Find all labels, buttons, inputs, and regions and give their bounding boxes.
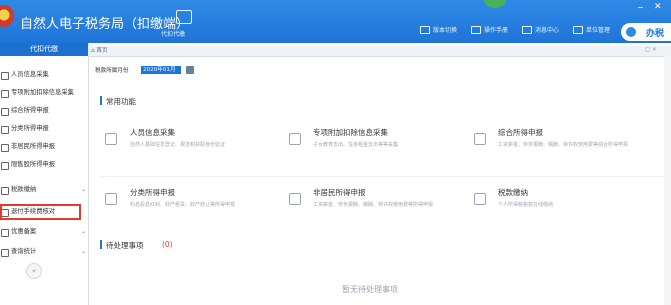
common-functions-title: 常用功能 <box>106 97 136 106</box>
sidebar-item-person-info[interactable]: 人员信息采集 <box>0 67 88 83</box>
pending-title: 待处理事项 <box>106 241 144 250</box>
unit-manage-link[interactable]: 单位管理 <box>573 25 610 34</box>
classified-card-icon[interactable] <box>105 193 117 205</box>
sidebar-item-label: 查询统计 <box>11 248 37 255</box>
sidebar-item-label: 优惠备案 <box>11 228 37 235</box>
card-desc-classified-report: 利息股息红利、财产租赁、财产转让等所得申报 <box>130 202 236 208</box>
person-card-icon[interactable] <box>105 133 117 145</box>
manual-link[interactable]: 操作手册 <box>471 25 508 34</box>
stock-icon <box>1 162 9 170</box>
sidebar-item-discount-filing[interactable]: 优惠备案 ⌄ <box>0 224 88 240</box>
sidebar-title: 代扣代缴 <box>0 43 88 56</box>
card-desc-tax-payment: 个人所得税税款在线缴纳 <box>498 202 554 208</box>
sidebar-item-label: 非居民所得申报 <box>11 143 56 150</box>
chat-icon[interactable] <box>626 27 636 37</box>
sidebar-item-restricted-stock[interactable]: 限售股所得申报 <box>0 157 88 173</box>
card-desc-person-info: 自然人基础信息登记、报送和获取身份验证 <box>130 142 226 148</box>
payment-icon <box>1 187 9 195</box>
card-title-comprehensive-report[interactable]: 综合所得申报 <box>498 127 543 138</box>
sidebar-item-nonresident-report[interactable]: 非居民所得申报 <box>0 139 88 155</box>
card-desc-comprehensive-report: 工资薪金、劳务报酬、稿酬、特许权使用费等综合所得申报 <box>498 142 629 148</box>
card-title-special-deduction[interactable]: 专项附加扣除信息采集 <box>313 127 388 138</box>
sidebar-item-label: 限售股所得申报 <box>11 161 56 168</box>
sidebar-item-label: 税款缴纳 <box>11 186 37 193</box>
sidebar-item-classified-report[interactable]: 分类所得申报 <box>0 121 88 137</box>
manual-icon <box>471 25 481 34</box>
manual-label: 操作手册 <box>484 27 509 34</box>
card-desc-nonresident-report: 工资薪金、劳务报酬、稿酬、特许权使用费等所得申报 <box>313 202 434 208</box>
card-title-nonresident-report[interactable]: 非居民所得申报 <box>313 187 366 198</box>
comprehensive-card-icon[interactable] <box>474 133 486 145</box>
sidebar-item-tax-payment[interactable]: 税款缴纳 ⌄ <box>0 182 88 198</box>
period-input[interactable]: 2020年01月 <box>141 66 181 74</box>
message-center-label: 消息中心 <box>535 27 560 34</box>
nonresident-icon <box>1 144 9 152</box>
list-icon <box>1 90 9 98</box>
card-desc-special-deduction: 子女教育支出、住房租金支出等等采集 <box>313 142 399 148</box>
unit-icon <box>573 25 583 34</box>
period-label: 税款所属月份 <box>95 68 129 74</box>
category-icon <box>1 126 9 134</box>
sidebar-item-label: 综合所得申报 <box>11 107 49 114</box>
tab-controls[interactable]: ◻ × <box>645 46 657 53</box>
tab-bar <box>88 46 671 57</box>
nonresident-card-icon[interactable] <box>289 193 301 205</box>
switch-icon <box>420 25 430 34</box>
sidebar-item-label: 专项附加扣除信息采集 <box>11 89 74 96</box>
close-icon[interactable]: ✕ <box>654 2 662 12</box>
tab-home[interactable]: ⌂ 首页 <box>91 46 108 56</box>
mail-icon <box>522 25 532 34</box>
unit-manage-label: 单位管理 <box>586 27 611 34</box>
discount-icon <box>1 229 9 237</box>
person-icon <box>1 72 9 80</box>
kiosk-icon[interactable] <box>176 10 192 24</box>
sidebar-item-label: 分类所得申报 <box>11 125 49 132</box>
kiosk-label[interactable]: 代扣代缴 <box>161 29 185 38</box>
sidebar-item-label: 人员信息采集 <box>11 71 49 78</box>
help-label[interactable]: 办税 <box>646 26 664 39</box>
chevron-down-icon: ⌄ <box>81 186 87 193</box>
divider <box>100 176 671 177</box>
chevron-down-icon: ⌄ <box>81 228 87 235</box>
pending-count: (0) <box>162 240 173 249</box>
card-title-person-info[interactable]: 人员信息采集 <box>130 127 175 138</box>
minimize-icon[interactable]: − <box>637 3 644 12</box>
collapse-sidebar-button[interactable]: « <box>26 263 42 279</box>
chevron-down-icon: ⌄ <box>81 248 87 255</box>
empty-pending-text: 暂无待处理事项 <box>342 285 398 294</box>
report-icon <box>1 108 9 116</box>
highlight-box <box>0 204 81 220</box>
deduction-card-icon[interactable] <box>289 133 301 145</box>
sidebar-item-special-deduction[interactable]: 专项附加扣除信息采集 <box>0 85 88 101</box>
card-title-tax-payment[interactable]: 税款缴纳 <box>498 187 528 198</box>
message-center-link[interactable]: 消息中心 <box>522 25 559 34</box>
tax-payment-card-icon[interactable] <box>474 193 486 205</box>
search-icon <box>1 249 9 257</box>
scrollbar[interactable] <box>664 56 671 305</box>
section-marker <box>100 96 102 105</box>
sidebar-item-query-stats[interactable]: 查询统计 ⌄ <box>0 244 88 260</box>
version-switch-label: 版本切换 <box>433 27 458 34</box>
tab-home-label: 首页 <box>96 48 108 54</box>
sidebar-item-comprehensive-report[interactable]: 综合所得申报 <box>0 103 88 119</box>
section-marker <box>100 240 102 249</box>
card-title-classified-report[interactable]: 分类所得申报 <box>130 187 175 198</box>
version-switch-link[interactable]: 版本切换 <box>420 25 457 34</box>
calendar-icon[interactable] <box>186 66 194 74</box>
